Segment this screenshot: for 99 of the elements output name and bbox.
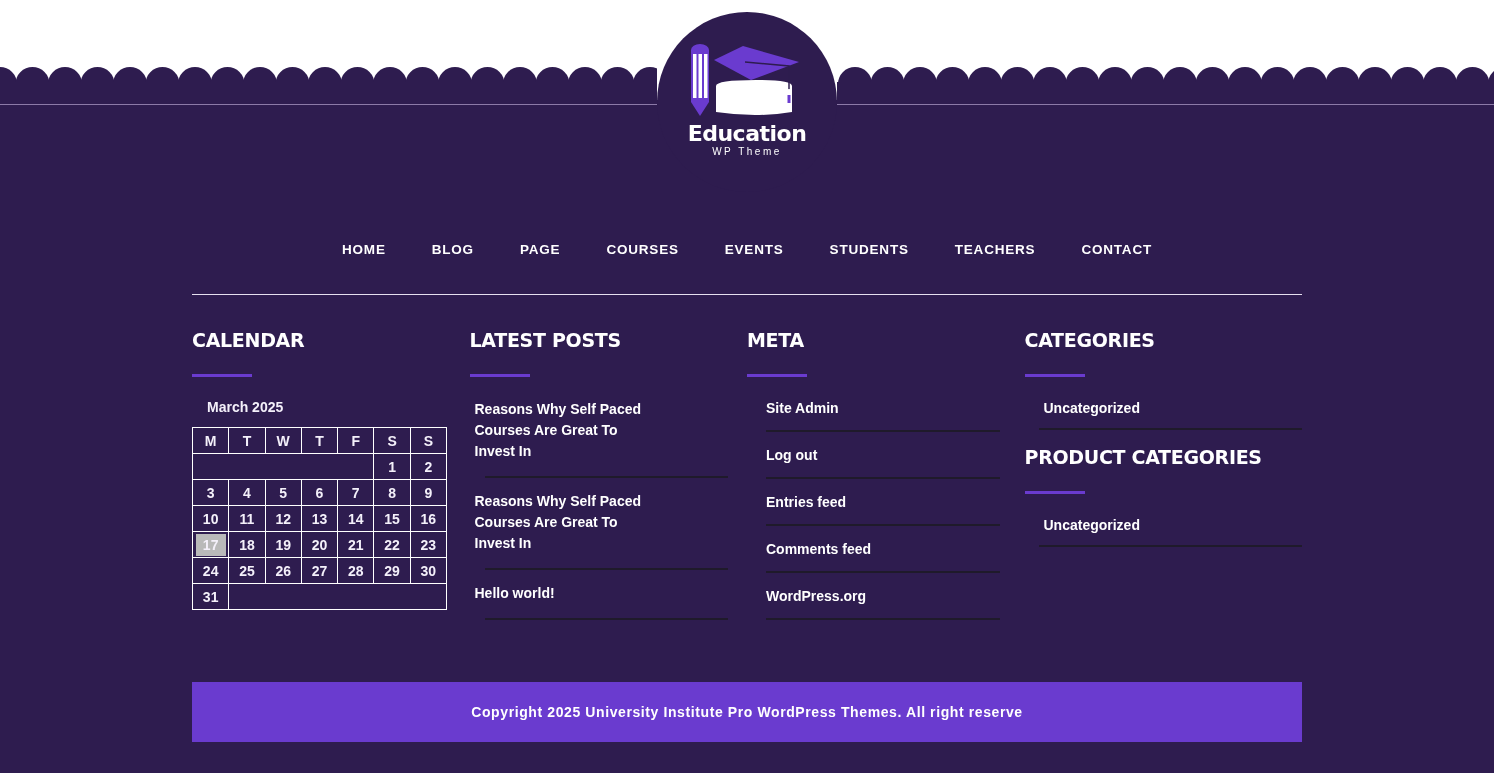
calendar-day[interactable]: 5 [265,479,302,506]
widget-link[interactable]: Reasons Why Self Paced Courses Are Great To Invest In [474,491,645,554]
day-number: 5 [278,483,289,503]
calendar-day[interactable]: 26 [265,557,302,584]
day-number: 31 [201,587,220,607]
calendar-day[interactable]: 29 [373,557,411,584]
nav-link[interactable]: EVENTS [724,242,784,257]
widget-heading: LATEST POSTS [469,328,622,353]
calendar-day[interactable]: 16 [410,505,447,532]
day-number: 1 [387,457,397,477]
day-number: 18 [238,535,256,555]
heading-underline [1024,374,1085,377]
day-number: 14 [346,509,365,529]
calendar-day[interactable]: 4 [228,479,266,506]
calendar-day[interactable]: 30 [410,557,447,584]
widget-link[interactable]: Site Admin [766,400,839,416]
calendar-day[interactable]: 31 [192,583,229,610]
calendar-day[interactable]: 3 [192,479,229,506]
day-number: 8 [387,483,397,503]
heading-underline [747,374,807,377]
widget-heading: CALENDAR [192,328,306,353]
day-number: 4 [242,483,252,503]
nav-link[interactable]: BLOG [431,242,474,257]
calendar-day[interactable]: 12 [265,505,302,532]
calendar-day[interactable]: 28 [337,557,374,584]
day-number: 25 [238,561,256,581]
calendar-day[interactable]: 21 [337,531,374,558]
calendar-day[interactable]: 6 [301,479,338,506]
day-number: 19 [274,535,292,555]
day-number: 28 [346,561,365,581]
day-number: 3 [205,483,216,503]
day-number: 24 [201,561,220,581]
calendar-month: March 2025 [207,399,285,415]
day-number: 23 [419,535,438,555]
calendar-day[interactable]: 15 [373,505,411,532]
weekday-header: F [337,427,374,454]
widget-link[interactable]: Log out [766,447,818,463]
widget-link[interactable]: Uncategorized [1043,400,1140,416]
day-number: 16 [419,509,438,529]
day-number: 2 [423,457,434,477]
day-number: 30 [419,561,438,581]
calendar-day[interactable]: 9 [410,479,447,506]
day-number: 26 [274,561,292,581]
calendar-day[interactable]: 23 [410,531,447,558]
nav-link[interactable]: HOME [342,242,386,257]
weekday-header: M [192,427,229,454]
widget-link[interactable]: Reasons Why Self Paced Courses Are Great To Invest In [474,399,645,462]
day-number: 7 [350,483,361,503]
widget-link[interactable]: Hello world! [474,583,645,604]
weekday-header: S [410,427,447,454]
day-number: 20 [310,535,329,555]
calendar-day[interactable]: 13 [301,505,338,532]
nav-link[interactable]: TEACHERS [954,242,1036,257]
heading-underline [1024,491,1085,494]
calendar-day[interactable]: 10 [192,505,229,532]
day-number: 12 [274,509,292,529]
calendar-day[interactable]: 14 [337,505,374,532]
calendar-day[interactable]: 25 [228,557,266,584]
nav-link[interactable]: CONTACT [1081,242,1152,257]
widget-link[interactable]: Uncategorized [1043,517,1140,533]
day-number: 6 [314,483,325,503]
nav-link[interactable]: PAGE [519,242,561,257]
calendar-day[interactable]: 8 [373,479,411,506]
day-number: 27 [310,561,329,581]
calendar-day[interactable]: 27 [301,557,338,584]
day-number: 13 [310,509,329,529]
widget-heading: PRODUCT CATEGORIES [1024,445,1263,470]
calendar-day[interactable]: 24 [192,557,229,584]
day-number: 11 [238,509,256,529]
day-number: 21 [346,535,365,555]
day-number: 9 [423,483,434,503]
copyright-text: Copyright 2025 University Institute Pro WordPress Themes. All right reserve [471,704,1023,720]
heading-underline [192,374,252,377]
calendar-day[interactable]: 19 [265,531,302,558]
calendar-day[interactable]: 7 [337,479,374,506]
weekday-header: T [228,427,266,454]
logo-title: Education [687,122,807,146]
logo-subtitle: WP Theme [712,146,782,158]
day-number: 22 [383,535,401,555]
widget-link[interactable]: Entries feed [766,494,847,510]
day-number: 10 [201,509,220,529]
nav-link[interactable]: COURSES [606,242,679,257]
nav-link[interactable]: STUDENTS [829,242,909,257]
day-number: 29 [383,561,401,581]
heading-underline [469,374,530,377]
calendar-day[interactable]: 22 [373,531,411,558]
weekday-header: W [265,427,302,454]
widget-heading: CATEGORIES [1024,328,1156,353]
widget-heading: META [747,328,805,353]
widget-link[interactable]: Comments feed [766,541,872,557]
widget-link[interactable]: WordPress.org [766,588,867,604]
weekday-header: T [301,427,338,454]
calendar-day[interactable]: 18 [228,531,266,558]
calendar-day[interactable]: 2 [410,453,447,480]
calendar-day[interactable]: 11 [228,505,266,532]
calendar-day[interactable]: 1 [373,453,411,480]
day-number: 15 [383,509,401,529]
calendar-day[interactable]: 20 [301,531,338,558]
weekday-header: S [373,427,411,454]
